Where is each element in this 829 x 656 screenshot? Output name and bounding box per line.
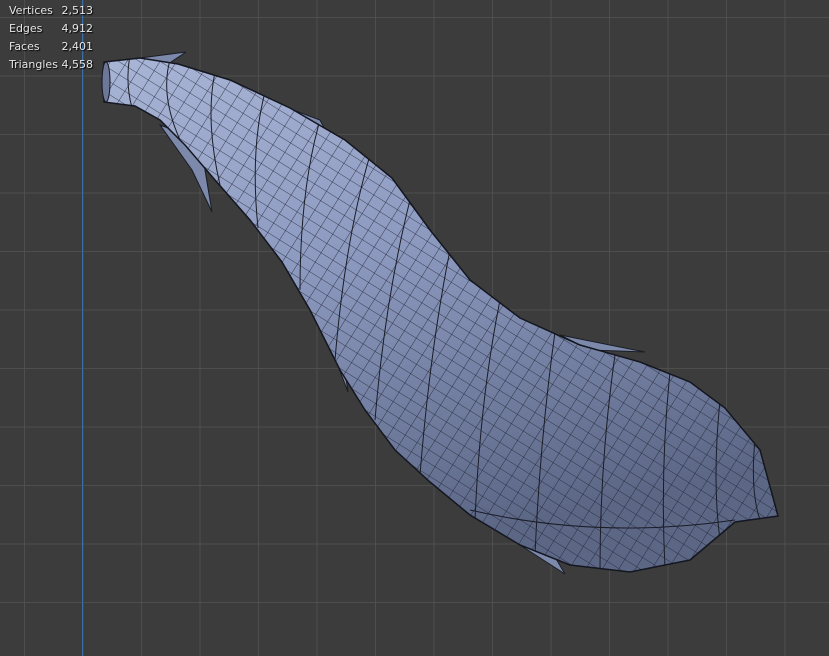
fish-mesh-object[interactable] xyxy=(0,0,829,656)
stat-label: Faces xyxy=(9,40,40,53)
stat-value: 4,912 xyxy=(61,22,94,35)
stat-label: Vertices xyxy=(9,4,53,17)
statistics-overlay: Vertices 2,513 Edges 4,912 Faces 2,401 T… xyxy=(9,2,99,74)
body-shape xyxy=(101,57,779,573)
stat-label: Triangles xyxy=(9,58,58,71)
stat-label: Edges xyxy=(9,22,43,35)
3d-viewport[interactable]: Vertices 2,513 Edges 4,912 Faces 2,401 T… xyxy=(0,0,829,656)
stat-value: 4,558 xyxy=(61,58,94,71)
stat-triangles: Triangles 4,558 xyxy=(9,56,99,74)
stat-value: 2,401 xyxy=(61,40,94,53)
stat-vertices: Vertices 2,513 xyxy=(9,2,99,20)
tail-opening xyxy=(101,61,111,103)
stat-faces: Faces 2,401 xyxy=(9,38,99,56)
stat-value: 2,513 xyxy=(61,4,94,17)
stat-edges: Edges 4,912 xyxy=(9,20,99,38)
